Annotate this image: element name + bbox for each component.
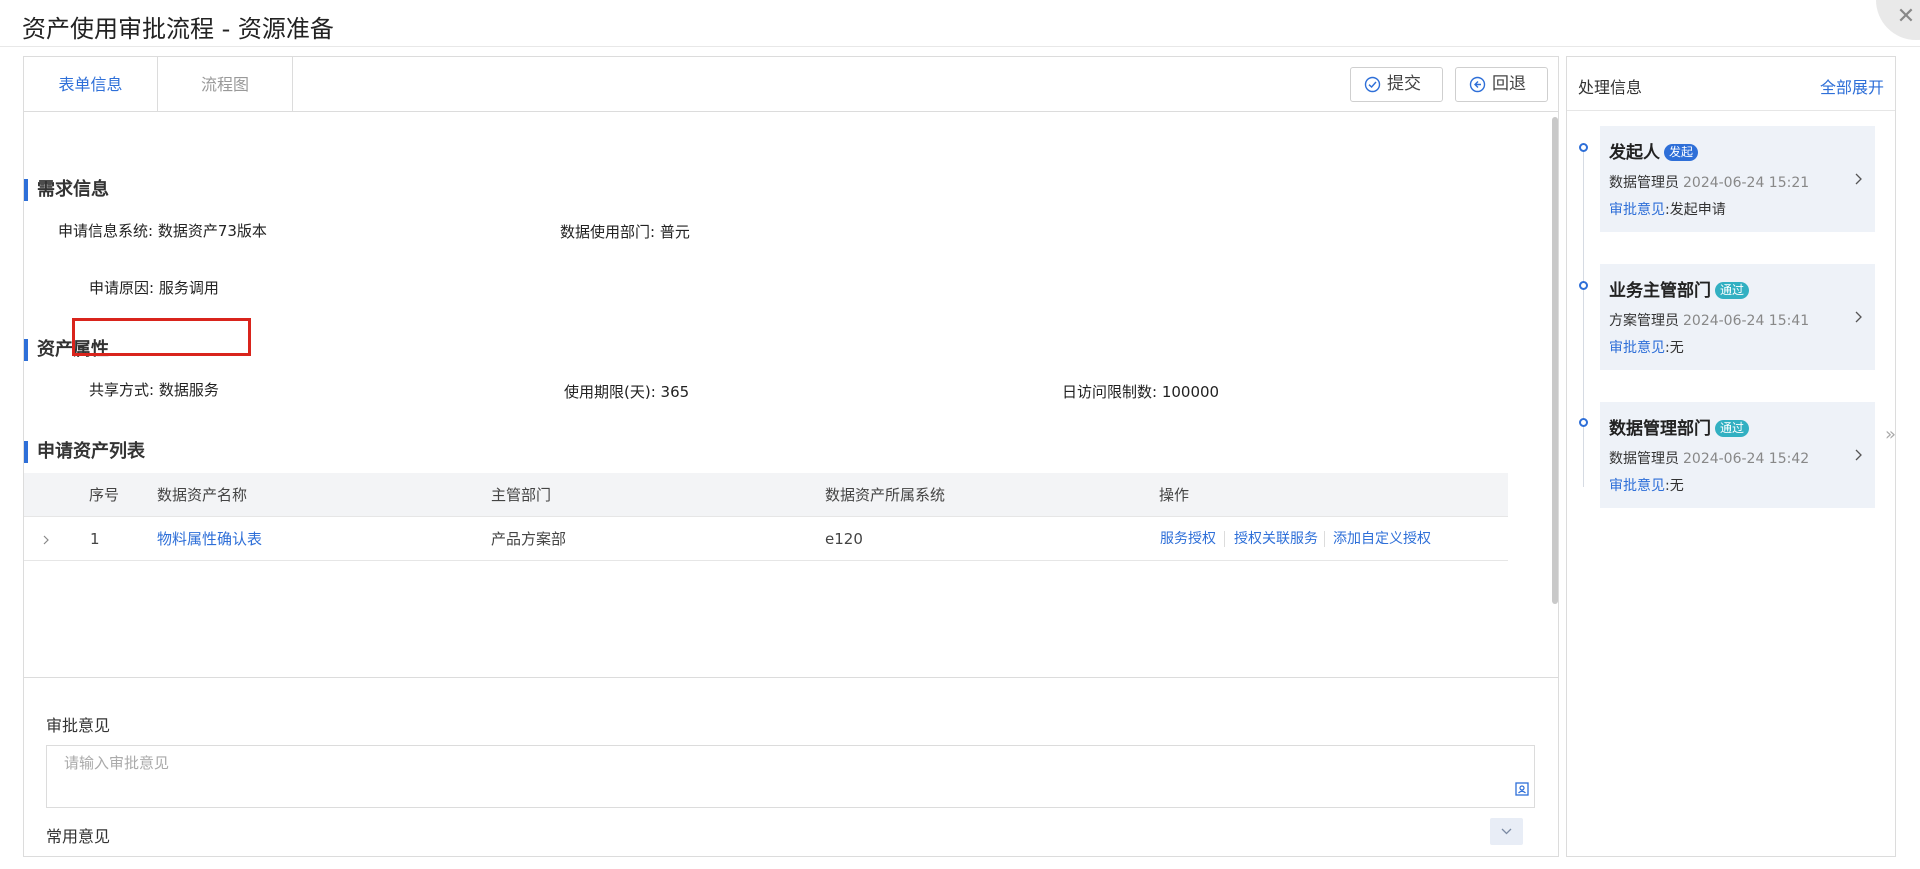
chevron-down-icon	[1501, 828, 1512, 835]
section-title-demand: 需求信息	[24, 179, 109, 201]
timeline-dot	[1579, 281, 1588, 290]
field-dept: 数据使用部门: 普元	[560, 221, 690, 242]
col-name: 数据资产名称	[157, 486, 248, 504]
submit-label: 提交	[1387, 74, 1421, 94]
card-time: 2024-06-24 15:41	[1683, 313, 1810, 329]
process-card[interactable]: 数据管理部门 通过 数据管理员 2024-06-24 15:42 审批意见:无	[1600, 402, 1875, 508]
op-divider	[1324, 531, 1325, 547]
process-info-panel: 处理信息 全部展开 发起人 发起 数据管理员 2024-06-24 15:21 审批…	[1566, 56, 1896, 857]
table-header: 序号 数据资产名称 主管部门 数据资产所属系统 操作	[24, 473, 1508, 517]
common-opinion-dropdown[interactable]	[1490, 818, 1523, 845]
status-badge: 发起	[1664, 144, 1699, 161]
field-period-value: 365	[660, 383, 690, 401]
cell-system: e120	[825, 530, 863, 548]
field-system-label: 申请信息系统:	[58, 222, 154, 240]
table-row: 1 物料属性确认表 产品方案部 e120 服务授权 授权关联服务 添加自定义授权	[24, 517, 1508, 561]
form-content: 需求信息 申请信息系统: 数据资产73版本 数据使用部门: 普元 申请原因: 服…	[24, 113, 1558, 733]
field-daily-limit: 日访问限制数: 100000	[1062, 381, 1219, 402]
field-reason-value: 服务调用	[158, 279, 219, 297]
chevron-right-icon[interactable]	[1853, 172, 1863, 186]
col-system: 数据资产所属系统	[825, 486, 946, 504]
tab-bar: 表单信息 流程图 提交 回退	[24, 57, 1558, 112]
back-label: 回退	[1492, 74, 1526, 94]
field-reason-label: 申请原因:	[89, 279, 155, 297]
op-divider	[1224, 531, 1225, 547]
page-title: 资产使用审批流程 - 资源准备	[22, 15, 334, 43]
common-opinion-label: 常用意见	[46, 827, 111, 846]
opinion-area: 审批意见 请输入审批意见 常用意见	[24, 677, 1558, 857]
card-title: 数据管理部门 通过	[1609, 414, 1750, 439]
highlight-box	[72, 318, 251, 356]
process-header: 处理信息 全部展开	[1567, 57, 1895, 111]
back-button[interactable]: 回退	[1455, 67, 1548, 102]
status-badge: 通过	[1715, 282, 1750, 299]
cell-index: 1	[90, 530, 100, 548]
check-circle-icon	[1364, 76, 1381, 93]
process-title: 处理信息	[1578, 78, 1643, 97]
field-dept-label: 数据使用部门:	[560, 223, 656, 241]
field-system: 申请信息系统: 数据资产73版本	[58, 220, 267, 241]
status-badge: 通过	[1715, 420, 1750, 437]
tab-form-info[interactable]: 表单信息	[24, 57, 158, 112]
cell-dept: 产品方案部	[491, 530, 567, 548]
card-time: 2024-06-24 15:21	[1683, 175, 1810, 191]
process-card[interactable]: 业务主管部门 通过 方案管理员 2024-06-24 15:41 审批意见:无	[1600, 264, 1875, 370]
service-auth-link[interactable]: 服务授权	[1160, 517, 1216, 561]
card-opinion: 审批意见:发起申请	[1609, 202, 1726, 218]
field-dept-value: 普元	[659, 223, 690, 241]
field-share: 共享方式: 数据服务	[89, 379, 219, 400]
submit-button[interactable]: 提交	[1350, 67, 1443, 102]
scrollbar-thumb[interactable]	[1552, 117, 1558, 604]
asset-name-link[interactable]: 物料属性确认表	[157, 517, 262, 561]
card-user: 数据管理员 2024-06-24 15:21	[1609, 175, 1810, 191]
timeline-line	[1583, 147, 1584, 487]
main-panel: 表单信息 流程图 提交 回退 需求信息 申请信息系统: 数据资产73版本 数据使…	[23, 56, 1559, 857]
card-opinion: 审批意见:无	[1609, 340, 1684, 356]
add-custom-auth-link[interactable]: 添加自定义授权	[1333, 517, 1431, 561]
card-user: 数据管理员 2024-06-24 15:42	[1609, 451, 1810, 467]
user-card-icon[interactable]	[1515, 782, 1529, 796]
card-title: 发起人 发起	[1609, 138, 1699, 163]
field-share-value: 数据服务	[158, 381, 219, 399]
collapse-panel-icon[interactable]: »	[1885, 424, 1896, 445]
card-time: 2024-06-24 15:42	[1683, 451, 1810, 467]
card-user: 方案管理员 2024-06-24 15:41	[1609, 313, 1810, 329]
chevron-right-icon[interactable]	[1853, 448, 1863, 462]
expand-all-link[interactable]: 全部展开	[1820, 74, 1884, 98]
field-period: 使用期限(天): 365	[564, 381, 689, 402]
card-title: 业务主管部门 通过	[1609, 276, 1750, 301]
auth-related-service-link[interactable]: 授权关联服务	[1234, 517, 1318, 561]
field-reason: 申请原因: 服务调用	[89, 277, 219, 298]
dialog-header: 资产使用审批流程 - 资源准备	[0, 0, 1920, 47]
chevron-right-icon[interactable]	[1853, 310, 1863, 324]
col-dept: 主管部门	[491, 486, 552, 504]
field-system-value: 数据资产73版本	[157, 222, 267, 240]
timeline-dot	[1579, 143, 1588, 152]
timeline-dot	[1579, 418, 1588, 427]
field-share-label: 共享方式:	[89, 381, 155, 399]
tab-flowchart[interactable]: 流程图	[158, 57, 293, 112]
col-index: 序号	[89, 486, 120, 504]
process-card[interactable]: 发起人 发起 数据管理员 2024-06-24 15:21 审批意见:发起申请	[1600, 126, 1875, 232]
card-opinion: 审批意见:无	[1609, 478, 1684, 494]
opinion-label: 审批意见	[46, 716, 111, 735]
field-daily-value: 100000	[1161, 383, 1220, 401]
field-daily-label: 日访问限制数:	[1062, 383, 1158, 401]
expand-row-icon[interactable]	[42, 517, 54, 561]
col-ops: 操作	[1159, 486, 1190, 504]
section-title-asset-list: 申请资产列表	[24, 441, 145, 463]
field-period-label: 使用期限(天):	[564, 383, 656, 401]
close-icon[interactable]: ✕	[1894, 5, 1918, 29]
back-circle-icon	[1469, 76, 1486, 93]
opinion-textarea[interactable]: 请输入审批意见	[46, 745, 1535, 808]
